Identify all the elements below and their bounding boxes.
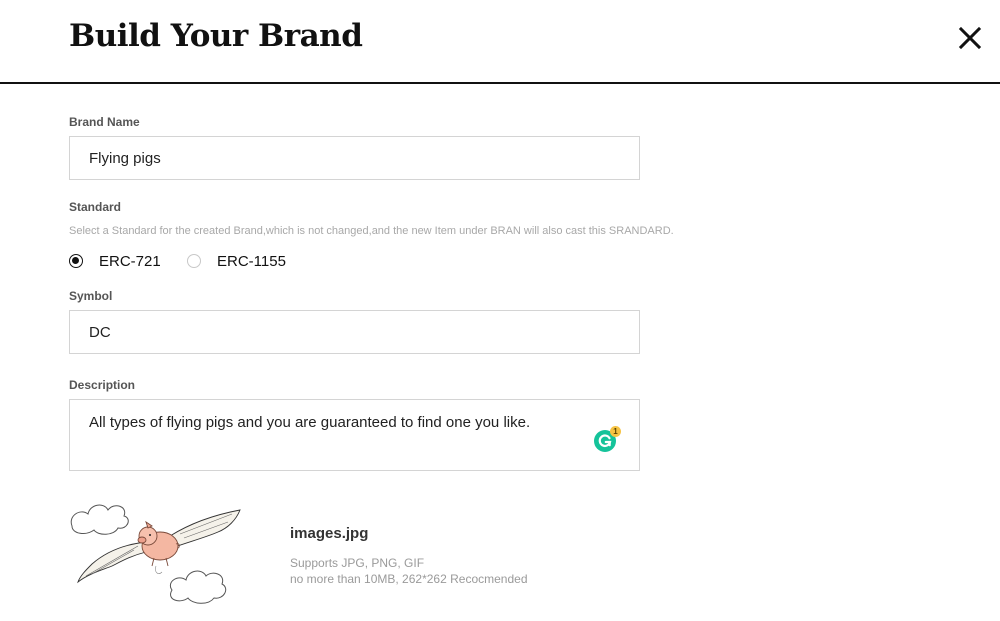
modal-header: Build Your Brand: [0, 0, 1000, 84]
page-title: Build Your Brand: [69, 18, 363, 54]
symbol-input[interactable]: [69, 310, 640, 354]
upload-size-limit: no more than 10MB, 262*262 Recocmended: [290, 572, 528, 586]
uploaded-file-name: images.jpg: [290, 525, 369, 542]
radio-selected-icon[interactable]: [69, 254, 83, 268]
brand-name-input[interactable]: [69, 136, 640, 180]
standard-label: Standard: [69, 200, 122, 214]
brand-name-label: Brand Name: [69, 115, 140, 129]
upload-supported-formats: Supports JPG, PNG, GIF: [290, 556, 425, 570]
symbol-label: Symbol: [69, 289, 113, 303]
description-text[interactable]: All types of flying pigs and you are gua…: [89, 414, 530, 431]
radio-erc-721-label: ERC-721: [99, 252, 161, 270]
brand-image-preview[interactable]: [68, 494, 250, 610]
radio-erc-1155-label: ERC-1155: [217, 252, 286, 270]
grammarly-count-badge: 1: [610, 426, 621, 437]
description-label: Description: [69, 378, 136, 392]
radio-erc-1155[interactable]: ERC-1155: [187, 252, 286, 270]
close-icon[interactable]: [957, 25, 983, 51]
radio-unselected-icon[interactable]: [187, 254, 201, 268]
standard-hint: Select a Standard for the created Brand,…: [69, 225, 674, 237]
radio-erc-721[interactable]: ERC-721: [69, 252, 161, 270]
description-textarea[interactable]: All types of flying pigs and you are gua…: [69, 399, 640, 471]
